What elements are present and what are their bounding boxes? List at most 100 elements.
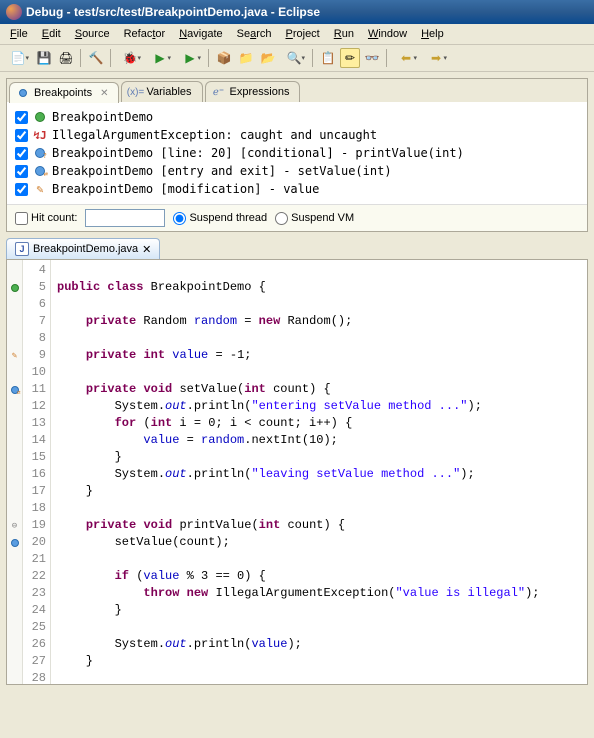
breakpoint-row[interactable]: BreakpointDemo <box>15 108 579 126</box>
ruler-marker[interactable] <box>7 398 22 415</box>
code-line[interactable]: for (int i = 0; i < count; i++) { <box>57 415 587 432</box>
code-line[interactable] <box>57 364 587 381</box>
breakpoint-row[interactable]: ↯JIllegalArgumentException: caught and u… <box>15 126 579 144</box>
code-line[interactable] <box>57 262 587 279</box>
forward-button[interactable]: ➡ <box>422 48 450 68</box>
run-button[interactable]: ▶ <box>146 48 174 68</box>
ruler-marker[interactable] <box>7 585 22 602</box>
code-line[interactable]: private void printValue(int count) { <box>57 517 587 534</box>
breakpoint-checkbox[interactable] <box>15 129 28 142</box>
code-line[interactable]: } <box>57 602 587 619</box>
ruler-marker[interactable]: ⇄ <box>7 381 22 398</box>
code-line[interactable]: if (value % 3 == 0) { <box>57 568 587 585</box>
code-line[interactable] <box>57 619 587 636</box>
ruler-marker[interactable] <box>7 279 22 296</box>
menu-file[interactable]: File <box>4 26 34 42</box>
suspend-vm-radio[interactable] <box>275 212 288 225</box>
suspend-thread-control[interactable]: Suspend thread <box>173 212 267 225</box>
ruler-marker[interactable] <box>7 653 22 670</box>
breakpoint-checkbox[interactable] <box>15 111 28 124</box>
ruler-marker[interactable] <box>7 500 22 517</box>
editor-tab[interactable]: J BreakpointDemo.java ✕ <box>6 238 160 259</box>
code-line[interactable]: public class BreakpointDemo { <box>57 279 587 296</box>
code-line[interactable] <box>57 500 587 517</box>
ruler-marker[interactable] <box>7 296 22 313</box>
ruler-marker[interactable]: ⊖ <box>7 517 22 534</box>
debug-button[interactable]: 🐞 <box>116 48 144 68</box>
build-button[interactable]: 🔨 <box>86 48 106 68</box>
ruler-marker[interactable] <box>7 466 22 483</box>
menu-project[interactable]: Project <box>280 26 326 42</box>
ruler-marker[interactable] <box>7 568 22 585</box>
ruler-marker[interactable] <box>7 602 22 619</box>
hit-count-checkbox[interactable] <box>15 212 28 225</box>
menu-search[interactable]: Search <box>231 26 278 42</box>
new-button[interactable]: 📄 <box>4 48 32 68</box>
search-button[interactable]: 🔍 <box>280 48 308 68</box>
breakpoint-checkbox[interactable] <box>15 183 28 196</box>
code-line[interactable]: System.out.println(value); <box>57 636 587 653</box>
code-line[interactable]: private int value = -1; <box>57 347 587 364</box>
suspend-thread-radio[interactable] <box>173 212 186 225</box>
menu-run[interactable]: Run <box>328 26 360 42</box>
print-button[interactable]: 🖨 <box>56 48 76 68</box>
code-line[interactable]: value = random.nextInt(10); <box>57 432 587 449</box>
open-type-button[interactable]: 📂 <box>258 48 278 68</box>
menu-edit[interactable]: Edit <box>36 26 67 42</box>
code-line[interactable]: private Random random = new Random(); <box>57 313 587 330</box>
back-button[interactable]: ⬅ <box>392 48 420 68</box>
code-line[interactable]: } <box>57 483 587 500</box>
ruler-marker[interactable]: ✎ <box>7 347 22 364</box>
code-line[interactable] <box>57 670 587 684</box>
ruler-marker[interactable] <box>7 483 22 500</box>
ruler-marker[interactable] <box>7 432 22 449</box>
close-icon[interactable]: ✕ <box>100 88 108 99</box>
ruler-marker[interactable] <box>7 313 22 330</box>
code-content[interactable]: public class BreakpointDemo { private Ra… <box>51 260 587 684</box>
nav-back-button[interactable]: 👓 <box>362 48 382 68</box>
ruler-marker[interactable] <box>7 619 22 636</box>
code-line[interactable] <box>57 330 587 347</box>
run-last-button[interactable]: ▶ <box>176 48 204 68</box>
code-line[interactable]: private void setValue(int count) { <box>57 381 587 398</box>
tab-breakpoints[interactable]: Breakpoints ✕ <box>9 82 119 103</box>
code-line[interactable]: } <box>57 449 587 466</box>
tab-variables[interactable]: (x)= Variables <box>121 81 202 102</box>
breakpoint-row[interactable]: ⇄BreakpointDemo [entry and exit] - setVa… <box>15 162 579 180</box>
menu-window[interactable]: Window <box>362 26 413 42</box>
ruler-marker[interactable] <box>7 636 22 653</box>
ruler-marker[interactable] <box>7 330 22 347</box>
code-line[interactable]: throw new IllegalArgumentException("valu… <box>57 585 587 602</box>
hit-count-input[interactable] <box>85 209 165 227</box>
code-line[interactable]: System.out.println("entering setValue me… <box>57 398 587 415</box>
hit-count-control[interactable]: Hit count: <box>15 212 77 225</box>
save-button[interactable]: 💾 <box>34 48 54 68</box>
mode-button[interactable]: 📋 <box>318 48 338 68</box>
new-package-button[interactable]: 📦 <box>214 48 234 68</box>
new-class-button[interactable]: 📁 <box>236 48 256 68</box>
breakpoint-row[interactable]: ✎BreakpointDemo [modification] - value <box>15 180 579 198</box>
code-editor[interactable]: ✎⇄⊖ 456789101112131415161718192021222324… <box>6 259 588 685</box>
ruler-marker[interactable] <box>7 449 22 466</box>
code-line[interactable]: System.out.println("leaving setValue met… <box>57 466 587 483</box>
tab-expressions[interactable]: ℯ⁼ Expressions <box>205 81 301 102</box>
code-line[interactable]: setValue(count); <box>57 534 587 551</box>
code-line[interactable] <box>57 296 587 313</box>
ruler-marker[interactable] <box>7 670 22 685</box>
suspend-vm-control[interactable]: Suspend VM <box>275 212 354 225</box>
ruler-marker[interactable] <box>7 262 22 279</box>
menu-refactor[interactable]: Refactor <box>118 26 172 42</box>
ruler-marker[interactable] <box>7 534 22 551</box>
breakpoint-checkbox[interactable] <box>15 147 28 160</box>
menu-help[interactable]: Help <box>415 26 450 42</box>
breakpoint-row[interactable]: ?BreakpointDemo [line: 20] [conditional]… <box>15 144 579 162</box>
ruler-marker[interactable] <box>7 415 22 432</box>
close-icon[interactable]: ✕ <box>142 243 151 256</box>
menu-navigate[interactable]: Navigate <box>173 26 228 42</box>
ruler-marker[interactable] <box>7 364 22 381</box>
highlight-button[interactable]: ✏ <box>340 48 360 68</box>
breakpoint-checkbox[interactable] <box>15 165 28 178</box>
code-line[interactable] <box>57 551 587 568</box>
code-line[interactable]: } <box>57 653 587 670</box>
editor-ruler[interactable]: ✎ ⇄ ⊖ <box>7 260 23 684</box>
